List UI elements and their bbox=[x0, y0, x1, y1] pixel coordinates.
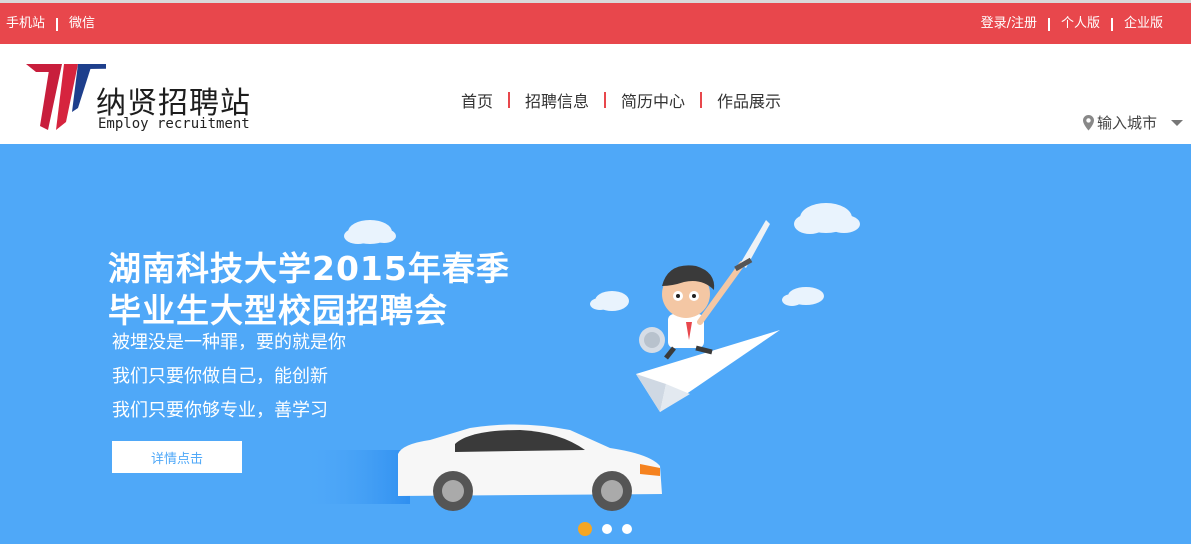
details-button[interactable]: 详情点击 bbox=[112, 441, 242, 473]
top-bar: 手机站 微信 登录/注册 个人版 企业版 bbox=[0, 0, 1191, 44]
nav-job-info[interactable]: 招聘信息 bbox=[510, 88, 604, 112]
top-bar-left: 手机站 微信 bbox=[6, 15, 95, 33]
personal-edition-link[interactable]: 个人版 bbox=[1061, 15, 1100, 33]
caret-down-icon bbox=[1171, 119, 1183, 126]
banner-slogan-3: 我们只要你够专业，善学习 bbox=[112, 400, 328, 421]
login-register-link[interactable]: 登录/注册 bbox=[981, 15, 1037, 33]
top-bar-divider bbox=[1047, 17, 1050, 31]
car-icon bbox=[398, 424, 662, 511]
banner-slogan-1: 被埋没是一种罪，要的就是你 bbox=[112, 332, 346, 353]
hero-banner: 湖南科技大学2015年春季 毕业生大型校园招聘会 被埋没是一种罪，要的就是你 我… bbox=[0, 144, 1191, 544]
wechat-link[interactable]: 微信 bbox=[69, 15, 95, 33]
top-bar-divider bbox=[56, 17, 59, 31]
top-bar-right: 登录/注册 个人版 企业版 bbox=[981, 15, 1163, 33]
mobile-site-link[interactable]: 手机站 bbox=[6, 15, 45, 33]
cartoon-character-icon bbox=[639, 220, 770, 360]
nav-home[interactable]: 首页 bbox=[446, 88, 508, 112]
city-label: 输入城市 bbox=[1096, 114, 1157, 132]
nav-works-showcase[interactable]: 作品展示 bbox=[702, 88, 796, 112]
site-header: 纳贤招聘站 Employ recruitment 首页 招聘信息 简历中心 作品… bbox=[0, 44, 1191, 144]
carousel-indicators bbox=[578, 522, 642, 536]
carousel-dot-3[interactable] bbox=[622, 524, 632, 534]
top-bar-divider bbox=[1110, 17, 1113, 31]
enterprise-edition-link[interactable]: 企业版 bbox=[1124, 15, 1163, 33]
carousel-dot-1[interactable] bbox=[578, 522, 592, 536]
banner-title-line-2: 毕业生大型校园招聘会 bbox=[108, 291, 448, 330]
main-nav: 首页 招聘信息 简历中心 作品展示 bbox=[446, 88, 796, 112]
logo-mark-icon bbox=[26, 64, 106, 130]
banner-title-line-1: 湖南科技大学2015年春季 bbox=[108, 249, 510, 288]
site-logo[interactable]: 纳贤招聘站 Employ recruitment bbox=[26, 60, 266, 134]
carousel-dot-2[interactable] bbox=[602, 524, 612, 534]
logo-english-text: Employ recruitment bbox=[98, 116, 250, 132]
banner-slogan-2: 我们只要你做自己，能创新 bbox=[112, 366, 328, 387]
location-pin-icon bbox=[1082, 114, 1094, 130]
city-selector[interactable]: 输入城市 bbox=[1082, 112, 1183, 133]
nav-resume-center[interactable]: 简历中心 bbox=[606, 88, 700, 112]
